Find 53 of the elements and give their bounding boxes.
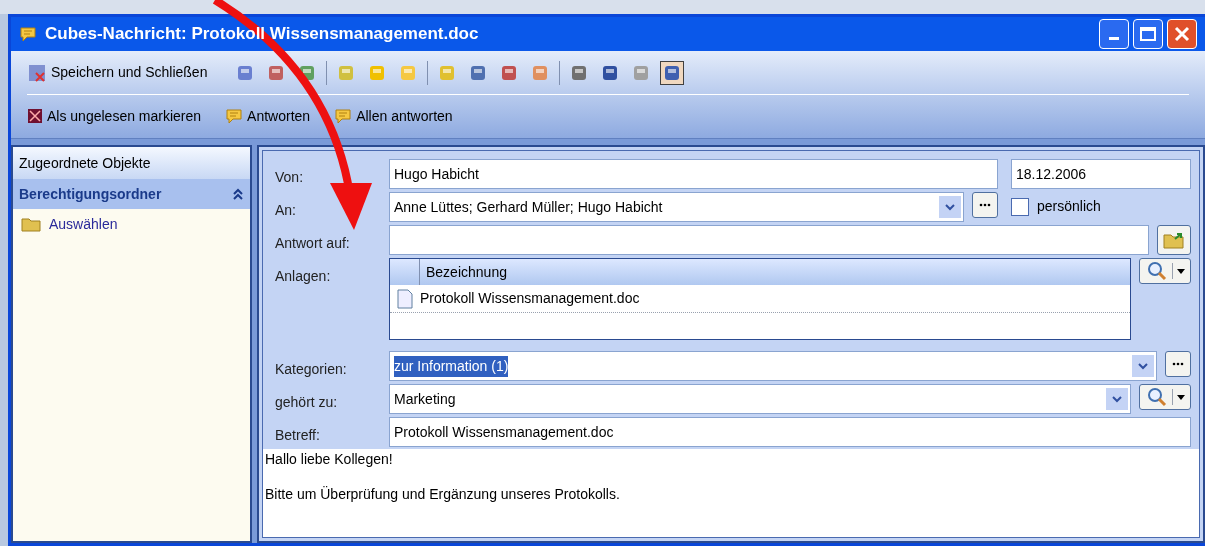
toolbar-icon[interactable] xyxy=(660,60,685,85)
caret-icon xyxy=(1176,268,1185,274)
message-icon xyxy=(19,26,37,42)
to-field[interactable]: Anne Lüttes; Gerhard Müller; Hugo Habicht xyxy=(389,192,964,222)
field-label: Antwort auf: xyxy=(275,234,351,253)
section-header[interactable]: Berechtigungsordner xyxy=(13,179,250,209)
field-label: gehört zu: xyxy=(275,393,339,412)
body-paragraph: Hallo liebe Kollegen! xyxy=(265,450,394,469)
more-button[interactable] xyxy=(1165,351,1191,377)
from-field[interactable]: Hugo Habicht xyxy=(389,159,998,189)
column-header[interactable]: Bezeichnung xyxy=(420,259,513,285)
search-icon xyxy=(1145,387,1168,407)
save-icon xyxy=(27,62,47,83)
checkbox-label: persönlich xyxy=(1037,197,1101,216)
sidebar-title: Zugeordnete Objekte xyxy=(13,147,250,179)
action-button[interactable]: Antworten xyxy=(225,105,311,127)
folder-arrow-icon xyxy=(1163,231,1185,249)
date-field[interactable]: 18.12.2006 xyxy=(1011,159,1191,189)
field-label: Anlagen: xyxy=(275,267,332,286)
reply-icon xyxy=(225,108,244,124)
action-button[interactable]: Als ungelesen markieren xyxy=(27,105,202,127)
field-label: Betreff: xyxy=(275,426,321,445)
field-label: Von: xyxy=(275,168,305,187)
search-button[interactable] xyxy=(1139,258,1191,284)
ellipsis-icon xyxy=(1172,362,1184,366)
subject-field[interactable]: Protokoll Wissensmanagement.doc xyxy=(389,417,1191,447)
message-body[interactable]: Hallo liebe Kollegen! Bitte um Überprüfung und Ergänzung unseres Protokolls. xyxy=(263,449,1199,537)
ellipsis-icon xyxy=(979,203,991,207)
folder-icon xyxy=(21,216,41,232)
close-icon xyxy=(1174,26,1190,42)
field-label: Kategorien: xyxy=(275,360,348,379)
reply-to-field[interactable] xyxy=(389,225,1149,255)
search-button[interactable] xyxy=(1139,384,1191,410)
belongs-to-field[interactable]: Marketing xyxy=(389,384,1131,414)
field-label: An: xyxy=(275,201,297,220)
action-button[interactable]: Allen antworten xyxy=(334,105,453,127)
minimize-button[interactable] xyxy=(1099,19,1129,49)
close-button[interactable] xyxy=(1167,19,1197,49)
sidebar-item[interactable]: Auswählen xyxy=(13,209,250,239)
checkbox[interactable] xyxy=(1011,197,1029,216)
document-icon xyxy=(396,288,414,309)
reply-icon xyxy=(334,108,353,124)
save-close-button[interactable]: Speichern und Schließen xyxy=(27,62,208,83)
search-icon xyxy=(1145,261,1168,281)
body-paragraph: Bitte um Überprüfung und Ergänzung unseres Protokolls. xyxy=(265,485,621,504)
unread-icon xyxy=(27,108,43,124)
categories-field[interactable]: zur Information (1) xyxy=(389,351,1157,381)
caret-icon xyxy=(1176,394,1185,400)
field-value: zur Information (1) xyxy=(394,355,509,377)
table-cell[interactable]: Protokoll Wissensmanagement.doc xyxy=(420,288,640,309)
folder-button[interactable] xyxy=(1157,225,1191,255)
maximize-button[interactable] xyxy=(1133,19,1163,49)
more-button[interactable] xyxy=(972,192,998,218)
